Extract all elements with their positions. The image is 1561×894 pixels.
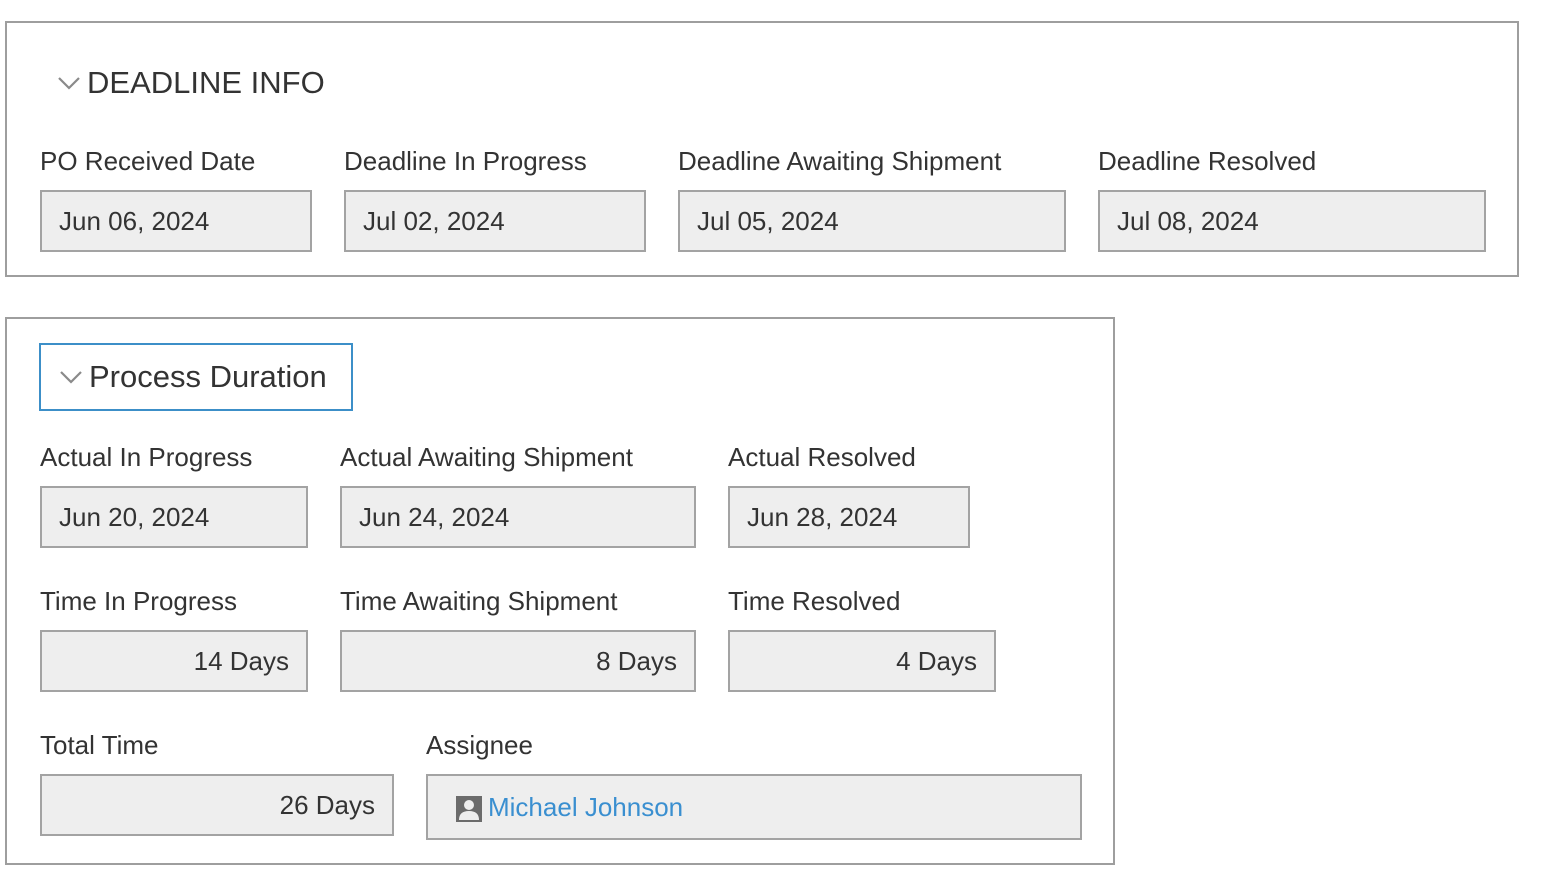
deadline-info-section: DEADLINE INFO PO Received Date Jun 06, 2…	[5, 21, 1519, 277]
time-in-progress-field: 14 Days	[40, 630, 308, 692]
deadline-info-header[interactable]: DEADLINE INFO	[55, 57, 325, 109]
time-awaiting-shipment-label: Time Awaiting Shipment	[340, 586, 618, 616]
assignee-field: Michael Johnson	[426, 774, 1082, 840]
chevron-down-icon	[60, 371, 82, 384]
deadline-in-progress-label: Deadline In Progress	[344, 146, 587, 176]
actual-in-progress-label: Actual In Progress	[40, 442, 253, 472]
time-resolved-label: Time Resolved	[728, 586, 901, 616]
person-icon	[456, 796, 482, 822]
assignee-link[interactable]: Michael Johnson	[488, 792, 683, 823]
actual-awaiting-shipment-field: Jun 24, 2024	[340, 486, 696, 548]
deadline-awaiting-shipment-label: Deadline Awaiting Shipment	[678, 146, 1002, 176]
process-duration-header[interactable]: Process Duration	[39, 343, 353, 411]
time-in-progress-label: Time In Progress	[40, 586, 237, 616]
actual-resolved-field: Jun 28, 2024	[728, 486, 970, 548]
time-awaiting-shipment-field: 8 Days	[340, 630, 696, 692]
deadline-awaiting-shipment-field: Jul 05, 2024	[678, 190, 1066, 252]
deadline-in-progress-field: Jul 02, 2024	[344, 190, 646, 252]
po-received-date-field: Jun 06, 2024	[40, 190, 312, 252]
po-received-date-label: PO Received Date	[40, 146, 256, 176]
section-title: DEADLINE INFO	[87, 65, 325, 100]
actual-awaiting-shipment-label: Actual Awaiting Shipment	[340, 442, 633, 472]
deadline-resolved-label: Deadline Resolved	[1098, 146, 1317, 176]
section-title: Process Duration	[89, 359, 327, 394]
assignee-label: Assignee	[426, 730, 533, 760]
actual-resolved-label: Actual Resolved	[728, 442, 916, 472]
deadline-resolved-field: Jul 08, 2024	[1098, 190, 1486, 252]
total-time-label: Total Time	[40, 730, 159, 760]
process-duration-section: Process Duration Actual In Progress Jun …	[5, 317, 1115, 865]
total-time-field: 26 Days	[40, 774, 394, 836]
chevron-down-icon	[58, 77, 80, 90]
actual-in-progress-field: Jun 20, 2024	[40, 486, 308, 548]
time-resolved-field: 4 Days	[728, 630, 996, 692]
